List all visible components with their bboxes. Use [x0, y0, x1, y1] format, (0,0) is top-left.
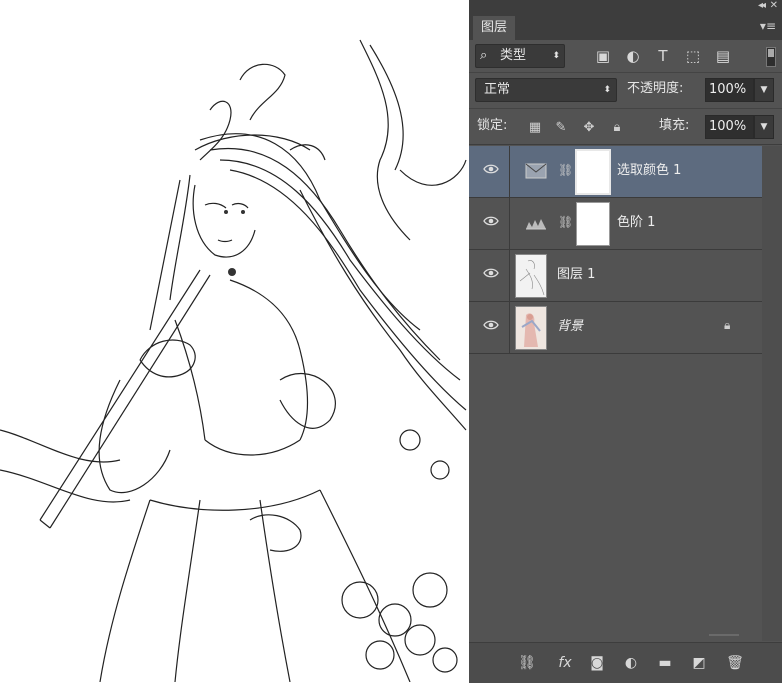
fill-input[interactable]: 100% — [705, 115, 754, 139]
layer-thumbnail — [515, 254, 547, 298]
eye-icon — [483, 268, 499, 278]
filter-kind-label: 类型 — [500, 48, 527, 63]
layer-mask-thumbnail[interactable] — [576, 202, 610, 246]
layer-name: 选取颜色 1 — [617, 163, 682, 178]
panel-bottom-toolbar: ⛓ fx ◙ ◐ ▬ ◩ 🗑︎ — [469, 642, 782, 683]
layer-name: 背景 — [557, 319, 584, 334]
lock-icon: 🔒︎ — [724, 318, 731, 332]
fx-icon[interactable]: fx — [555, 655, 575, 671]
type-filter-icon[interactable]: T — [653, 46, 673, 66]
selective-color-adjustment-icon — [525, 163, 547, 179]
panel-tab-row: 图层 ▾≡ — [469, 14, 782, 40]
opacity-input[interactable]: 100% — [705, 78, 754, 102]
select-arrows-icon: ⬍ — [552, 51, 560, 61]
tab-layers[interactable]: 图层 — [473, 16, 516, 40]
new-layer-icon[interactable]: ◩ — [689, 655, 709, 671]
layer-list-scrollbar[interactable] — [762, 146, 782, 641]
layer-row[interactable]: 背景 🔒︎ — [469, 302, 762, 354]
lock-label: 锁定: — [477, 118, 508, 133]
color-illustration-thumbnail-image — [516, 307, 546, 349]
line-art-illustration — [0, 39, 467, 682]
filter-kind-select[interactable]: ⌕ 类型 ⬍ — [475, 44, 565, 68]
blend-mode-label: 正常 — [484, 82, 511, 97]
filter-toggle[interactable] — [766, 47, 776, 67]
shape-filter-icon[interactable]: ⬚ — [683, 46, 703, 66]
panel-menu-icon[interactable]: ▾≡ — [760, 20, 776, 32]
lock-all-icon[interactable]: 🔒︎ — [609, 120, 625, 136]
delete-layer-icon[interactable]: 🗑︎ — [725, 655, 745, 671]
layer-row[interactable]: ⛓ 选取颜色 1 — [469, 146, 762, 198]
visibility-toggle[interactable] — [469, 198, 510, 249]
new-group-icon[interactable]: ▬ — [655, 655, 675, 671]
collapse-icon[interactable]: ◂◂ — [758, 0, 766, 11]
search-icon: ⌕ — [480, 48, 488, 63]
fill-label: 填充: — [659, 118, 690, 133]
sketch-thumbnail-image — [519, 260, 545, 296]
select-arrows-icon: ⬍ — [603, 85, 611, 95]
eye-icon — [483, 164, 499, 174]
visibility-toggle[interactable] — [469, 146, 510, 197]
visibility-toggle[interactable] — [469, 250, 510, 301]
adjustment-filter-icon[interactable]: ◐ — [623, 46, 643, 66]
panel-titlebar: ◂◂ ✕ — [469, 0, 782, 14]
lock-position-icon[interactable]: ✥ — [581, 120, 597, 136]
layers-panel: ◂◂ ✕ 图层 ▾≡ ⌕ 类型 ⬍ ▣ ◐ T ⬚ ▤ 正常 ⬍ 不透明度: 1… — [469, 0, 782, 683]
opacity-dropdown-button[interactable]: ▼ — [754, 78, 774, 102]
blend-row: 正常 ⬍ 不透明度: 100% ▼ — [469, 72, 782, 109]
eye-icon — [483, 320, 499, 330]
visibility-toggle[interactable] — [469, 302, 510, 353]
layer-name: 色阶 1 — [617, 215, 656, 230]
smart-object-filter-icon[interactable]: ▤ — [713, 46, 733, 66]
link-layers-icon[interactable]: ⛓ — [517, 655, 537, 671]
lock-pixels-icon[interactable]: ✎ — [553, 120, 569, 136]
layer-thumbnail — [515, 306, 547, 350]
levels-adjustment-icon — [526, 219, 546, 230]
lock-transparency-icon[interactable]: ▦ — [527, 120, 543, 136]
lock-row: 锁定: ▦ ✎ ✥ 🔒︎ 填充: 100% ▼ — [469, 108, 782, 145]
document-canvas[interactable] — [0, 0, 468, 682]
eye-icon — [483, 216, 499, 226]
new-adjustment-layer-icon[interactable]: ◐ — [621, 655, 641, 671]
opacity-label: 不透明度: — [627, 81, 684, 96]
add-mask-icon[interactable]: ◙ — [587, 655, 607, 671]
fill-dropdown-button[interactable]: ▼ — [754, 115, 774, 139]
link-icon[interactable]: ⛓ — [558, 163, 573, 179]
blend-mode-select[interactable]: 正常 ⬍ — [475, 78, 617, 102]
pixel-filter-icon[interactable]: ▣ — [593, 46, 613, 66]
filter-row: ⌕ 类型 ⬍ ▣ ◐ T ⬚ ▤ — [469, 40, 782, 73]
layer-row[interactable]: ⛓ 色阶 1 — [469, 198, 762, 250]
layer-name: 图层 1 — [557, 267, 596, 282]
layer-mask-thumbnail[interactable] — [575, 149, 611, 195]
resize-grip[interactable] — [709, 634, 739, 636]
link-icon[interactable]: ⛓ — [558, 215, 573, 231]
close-icon[interactable]: ✕ — [770, 0, 778, 11]
layer-row[interactable]: 图层 1 — [469, 250, 762, 302]
